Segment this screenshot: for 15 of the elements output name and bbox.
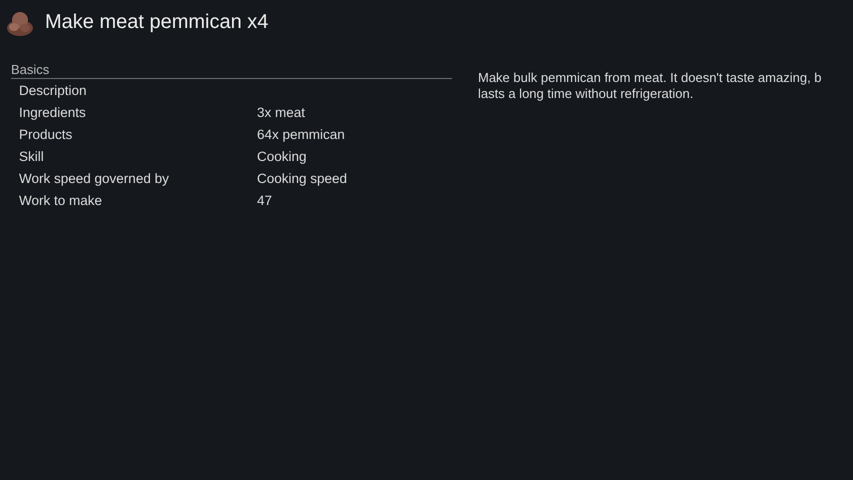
stat-label: Description xyxy=(19,82,88,98)
stat-value: 3x meat xyxy=(257,104,306,120)
stat-value: 47 xyxy=(257,192,272,208)
stat-label: Skill xyxy=(19,148,45,164)
stat-value: 64x pemmican xyxy=(257,126,345,142)
stat-label: Work to make xyxy=(19,192,104,208)
stat-label: Ingredients xyxy=(19,104,87,120)
section-heading: Basics xyxy=(11,62,452,79)
description-line: Make bulk pemmican from meat. It doesn't taste amazing, b xyxy=(478,70,822,86)
stat-value: Cooking speed xyxy=(257,170,348,186)
stat-value: Cooking xyxy=(257,148,307,164)
stat-label: Products xyxy=(19,126,74,142)
stat-label: Work speed governed by xyxy=(19,170,170,186)
recipe-title: Make meat pemmican x4 xyxy=(45,10,268,34)
description-line: lasts a long time without refrigeration. xyxy=(478,86,694,102)
